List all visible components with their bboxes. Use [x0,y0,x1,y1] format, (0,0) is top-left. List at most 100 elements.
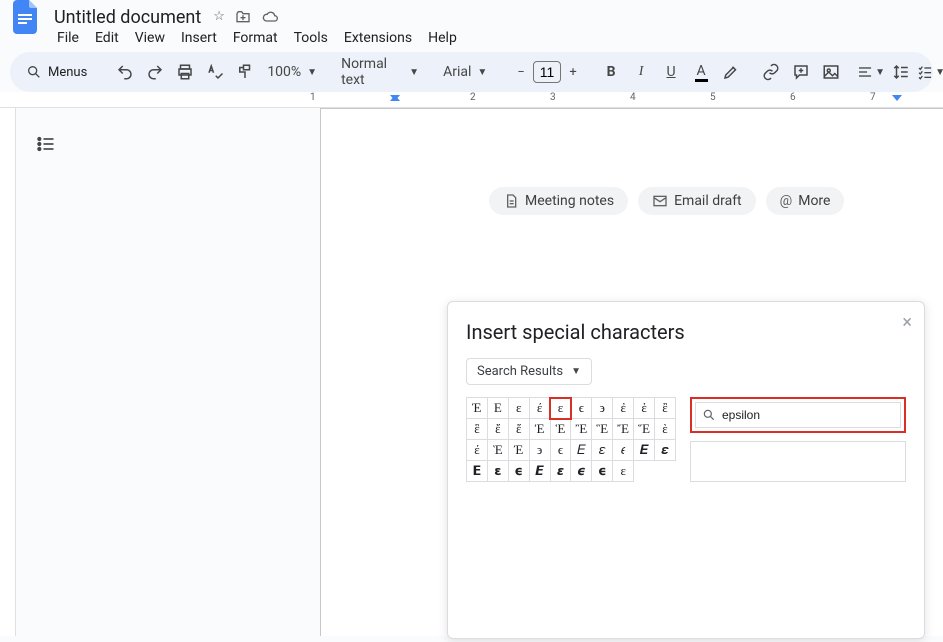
increase-font-button[interactable]: + [561,60,585,84]
italic-button[interactable]: I [627,58,655,86]
character-cell[interactable]: ὲ [655,419,676,440]
bold-button[interactable]: B [597,58,625,86]
character-cell[interactable]: Ἑ [550,419,571,440]
ruler-tick: 7 [870,92,876,103]
category-dropdown[interactable]: Search Results ▼ [466,358,592,385]
menu-file[interactable]: File [50,28,86,48]
insert-link-button[interactable] [757,58,785,86]
align-button[interactable]: ▼ [857,58,885,86]
caret-icon: ▼ [571,366,581,377]
character-cell[interactable]: ϵ [550,440,571,461]
menu-help[interactable]: Help [421,28,464,48]
chip-meeting-notes[interactable]: Meeting notes [489,187,628,215]
vertical-ruler [0,108,16,636]
menubar: File Edit View Insert Format Tools Exten… [0,28,943,52]
insert-comment-button[interactable] [787,58,815,86]
character-cell[interactable]: 𝜠 [634,440,655,461]
character-cell[interactable]: Ἒ [571,419,592,440]
menu-format[interactable]: Format [226,28,285,48]
character-cell[interactable]: 𝟄 [571,461,592,482]
draw-symbol-box[interactable] [690,441,906,482]
chip-label: Email draft [674,193,742,209]
caret-icon: ▼ [307,67,317,78]
character-cell[interactable]: ϶ [592,398,613,419]
character-cell[interactable]: Ἔ [613,419,634,440]
character-cell[interactable]: ϵ [571,398,592,419]
cloud-icon[interactable] [261,9,279,25]
character-cell[interactable]: 𝞊 [592,461,613,482]
character-cell[interactable]: ἐ [613,398,634,419]
character-cell[interactable]: 𝜖 [613,440,634,461]
line-spacing-button[interactable] [887,58,915,86]
character-cell[interactable]: Ἓ [592,419,613,440]
decrease-font-button[interactable]: − [509,60,533,84]
document-title[interactable]: Untitled document [48,7,207,28]
text-color-button[interactable]: A [687,58,715,86]
character-cell[interactable]: ϶ [529,440,550,461]
paragraph-style-dropdown[interactable]: Normal text ▼ [335,56,425,88]
menu-view[interactable]: View [128,28,172,48]
character-cell[interactable]: ε [508,398,529,419]
menu-extensions[interactable]: Extensions [337,28,419,48]
character-cell[interactable]: ἕ [508,419,529,440]
font-dropdown[interactable]: Arial▼ [437,64,497,80]
zoom-value: 100% [267,64,301,80]
character-cell[interactable]: Ε [487,398,508,419]
character-cell[interactable]: 𝞔 [529,461,550,482]
character-cell[interactable]: 𝜀 [592,440,613,461]
zoom-dropdown[interactable]: 100% ▼ [261,64,323,80]
character-cell[interactable]: έ [467,440,488,461]
font-size-input[interactable] [533,61,561,83]
document-icon [503,193,519,209]
print-button[interactable] [171,58,199,86]
move-icon[interactable] [235,9,251,25]
search-highlight-box [690,397,906,433]
email-icon [652,193,668,209]
character-cell[interactable]: ἒ [655,398,676,419]
character-cell[interactable]: ἔ [487,419,508,440]
character-cell[interactable]: 𝞊 [508,461,529,482]
character-cell[interactable]: 𝝚 [467,461,488,482]
character-cell[interactable]: ἑ [634,398,655,419]
checklist-button[interactable]: ▼ [917,58,943,86]
paint-format-button[interactable] [231,58,259,86]
character-cell[interactable]: 𝛦 [571,440,592,461]
menu-edit[interactable]: Edit [88,28,126,48]
style-value: Normal text [341,56,403,88]
character-cell[interactable]: ε [613,461,634,482]
character-cell[interactable]: 𝝴 [487,461,508,482]
highlight-button[interactable] [717,58,745,86]
character-cell[interactable]: Έ [508,440,529,461]
character-cell[interactable]: Ἐ [529,419,550,440]
character-cell[interactable]: 𝜺 [655,440,676,461]
character-cell[interactable]: ἓ [467,419,488,440]
character-cell[interactable]: 𝞮 [550,461,571,482]
undo-button[interactable] [111,58,139,86]
menu-insert[interactable]: Insert [174,28,224,48]
underline-button[interactable]: U [657,58,685,86]
character-cell[interactable]: ε [550,398,571,419]
close-button[interactable]: × [902,312,912,333]
chip-email-draft[interactable]: Email draft [638,187,756,215]
star-icon[interactable]: ☆ [213,9,225,25]
right-indent-marker[interactable] [892,95,902,101]
menu-tools[interactable]: Tools [287,28,335,48]
character-cell[interactable]: Ὲ [487,440,508,461]
ruler-tick: 4 [630,92,636,103]
character-cell[interactable]: έ [529,398,550,419]
special-characters-dialog: × Insert special characters Search Resul… [447,301,925,639]
character-cell[interactable]: Ἕ [634,419,655,440]
spellcheck-button[interactable] [201,58,229,86]
dialog-title: Insert special characters [466,320,906,344]
menus-search-button[interactable]: Menus [18,60,99,84]
caret-icon: ▼ [409,67,419,78]
docs-logo[interactable] [12,0,40,35]
search-icon [26,64,42,80]
chip-more[interactable]: @ More [766,187,845,215]
insert-image-button[interactable] [817,58,845,86]
search-input[interactable] [722,408,894,422]
character-cell[interactable]: Έ [467,398,488,419]
show-outline-button[interactable] [30,128,62,160]
redo-button[interactable] [141,58,169,86]
left-indent-marker[interactable] [390,95,400,101]
